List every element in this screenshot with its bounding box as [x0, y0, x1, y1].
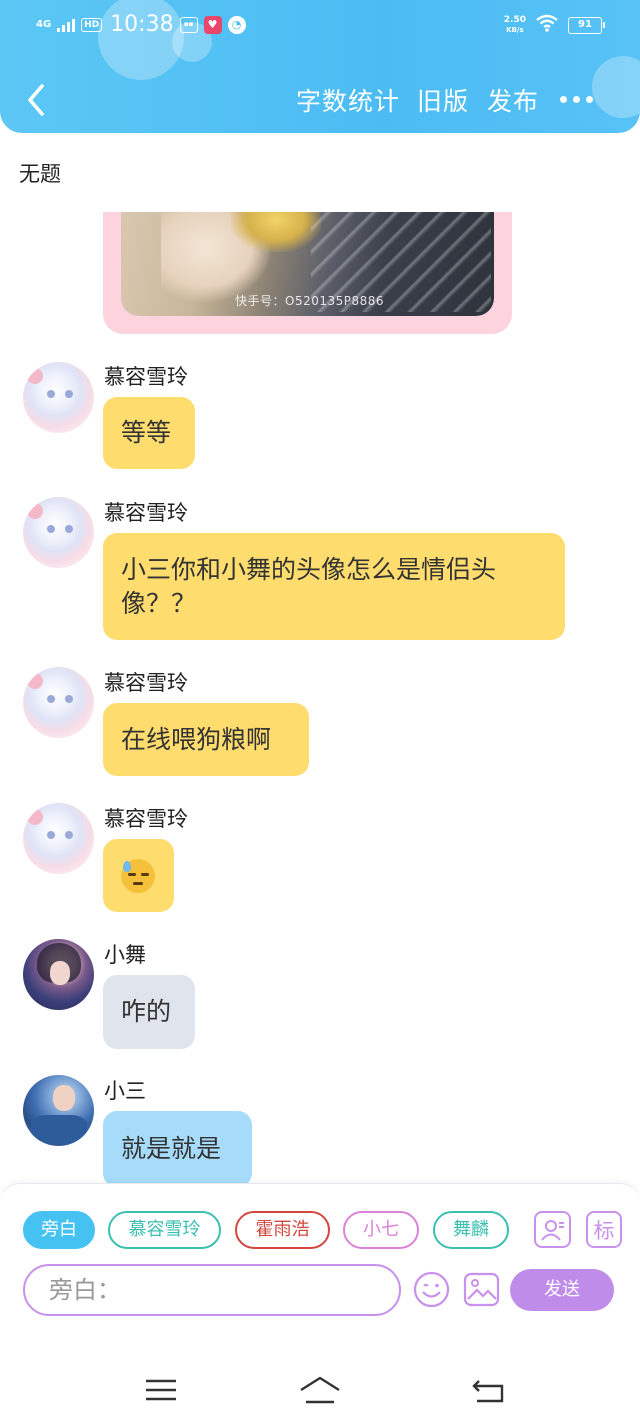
tag-button[interactable]: 标 [586, 1211, 622, 1248]
message-bubble[interactable]: 就是就是 [103, 1111, 252, 1187]
avatar-murong[interactable] [23, 497, 94, 568]
old-version-button[interactable]: 旧版 [417, 82, 469, 118]
character-chip-huo[interactable]: 霍雨浩 [235, 1211, 330, 1249]
emoji-button[interactable] [413, 1271, 450, 1308]
character-chip-murong[interactable]: 慕容雪玲 [108, 1211, 221, 1249]
menu-icon [146, 1379, 176, 1401]
more-dot [586, 95, 593, 103]
sender-name: 慕容雪玲 [104, 365, 188, 389]
image-icon [463, 1272, 500, 1307]
home-icon [300, 1376, 340, 1404]
image-message-card[interactable]: 快手号：O520135P8886 [103, 212, 512, 334]
smiley-icon [413, 1271, 450, 1308]
image-button[interactable] [463, 1271, 500, 1308]
message-bubble[interactable]: 咋的 [103, 975, 195, 1049]
sweat-face-emoji [121, 859, 155, 893]
more-dots-icon [560, 95, 567, 103]
word-count-button[interactable]: 字数统计 [296, 82, 400, 118]
publish-button[interactable]: 发布 [487, 82, 539, 118]
speed-value: 2.50 [503, 15, 526, 25]
sender-name: 小三 [104, 1079, 146, 1103]
avatar-murong[interactable] [23, 362, 94, 433]
status-bar: 4G HD 10:38 ▪▪ ♥ ◔ 2.50 KB/s 91 [0, 0, 640, 50]
more-button[interactable] [560, 82, 600, 116]
more-dot [573, 95, 580, 103]
network-type: 4G [36, 18, 52, 30]
return-icon [472, 1380, 504, 1403]
network-speed: 2.50 KB/s [504, 15, 526, 35]
chevron-left-icon [28, 84, 44, 116]
heart-app-icon: ♥ [203, 15, 222, 34]
app-header: 4G HD 10:38 ▪▪ ♥ ◔ 2.50 KB/s 91 字数统计 旧版 … [0, 0, 640, 133]
back-nav-button[interactable] [469, 1373, 509, 1407]
message-bubble[interactable]: 小三你和小舞的头像怎么是情侣头像？？ [103, 533, 565, 640]
status-right: 2.50 KB/s 91 [504, 14, 605, 36]
image-hair-shape [231, 212, 321, 252]
character-manage-button[interactable] [534, 1211, 571, 1248]
wifi-icon [536, 14, 558, 36]
message-bubble-emoji[interactable] [103, 839, 174, 912]
sender-name: 慕容雪玲 [104, 671, 188, 695]
back-button[interactable] [18, 78, 58, 122]
sender-name: 慕容雪玲 [104, 807, 188, 831]
avatar-xiaowu[interactable] [23, 939, 94, 1010]
sender-name: 慕容雪玲 [104, 501, 188, 525]
document-title[interactable]: 无题 [19, 158, 61, 188]
system-nav-bar [0, 1353, 640, 1427]
qiyi-app-icon: ▪▪ [179, 16, 198, 33]
avatar-murong[interactable] [23, 803, 94, 874]
person-icon [540, 1219, 564, 1241]
signal-icon [57, 18, 76, 32]
image-watermark: 快手号：O520135P8886 [235, 294, 385, 308]
menu-button[interactable] [141, 1373, 181, 1407]
avatar-murong[interactable] [23, 667, 94, 738]
message-bubble[interactable]: 在线喂狗粮啊 [103, 703, 309, 776]
hd-badge: HD [81, 17, 103, 32]
status-time: 10:38 [110, 12, 174, 37]
avatar-xiaosan[interactable] [23, 1075, 94, 1146]
message-input[interactable]: 旁白： [23, 1264, 401, 1316]
character-chip-xiaoqi[interactable]: 小七 [343, 1211, 419, 1249]
message-bubble[interactable]: 等等 [103, 397, 195, 469]
sender-name: 小舞 [104, 943, 146, 967]
speed-gauge-icon: ◔ [227, 15, 246, 34]
character-chip-wulin[interactable]: 舞麟 [433, 1211, 509, 1249]
send-button[interactable]: 发送 [510, 1269, 614, 1311]
speed-unit: KB/s [506, 26, 524, 34]
battery-icon: 91 [568, 16, 605, 34]
character-chip-narrator[interactable]: 旁白 [23, 1211, 95, 1249]
anime-screenshot-image: 快手号：O520135P8886 [121, 212, 494, 316]
status-left: 4G HD 10:38 ▪▪ ♥ ◔ [36, 12, 246, 37]
sweat-drop [123, 861, 131, 872]
home-button[interactable] [298, 1373, 342, 1407]
